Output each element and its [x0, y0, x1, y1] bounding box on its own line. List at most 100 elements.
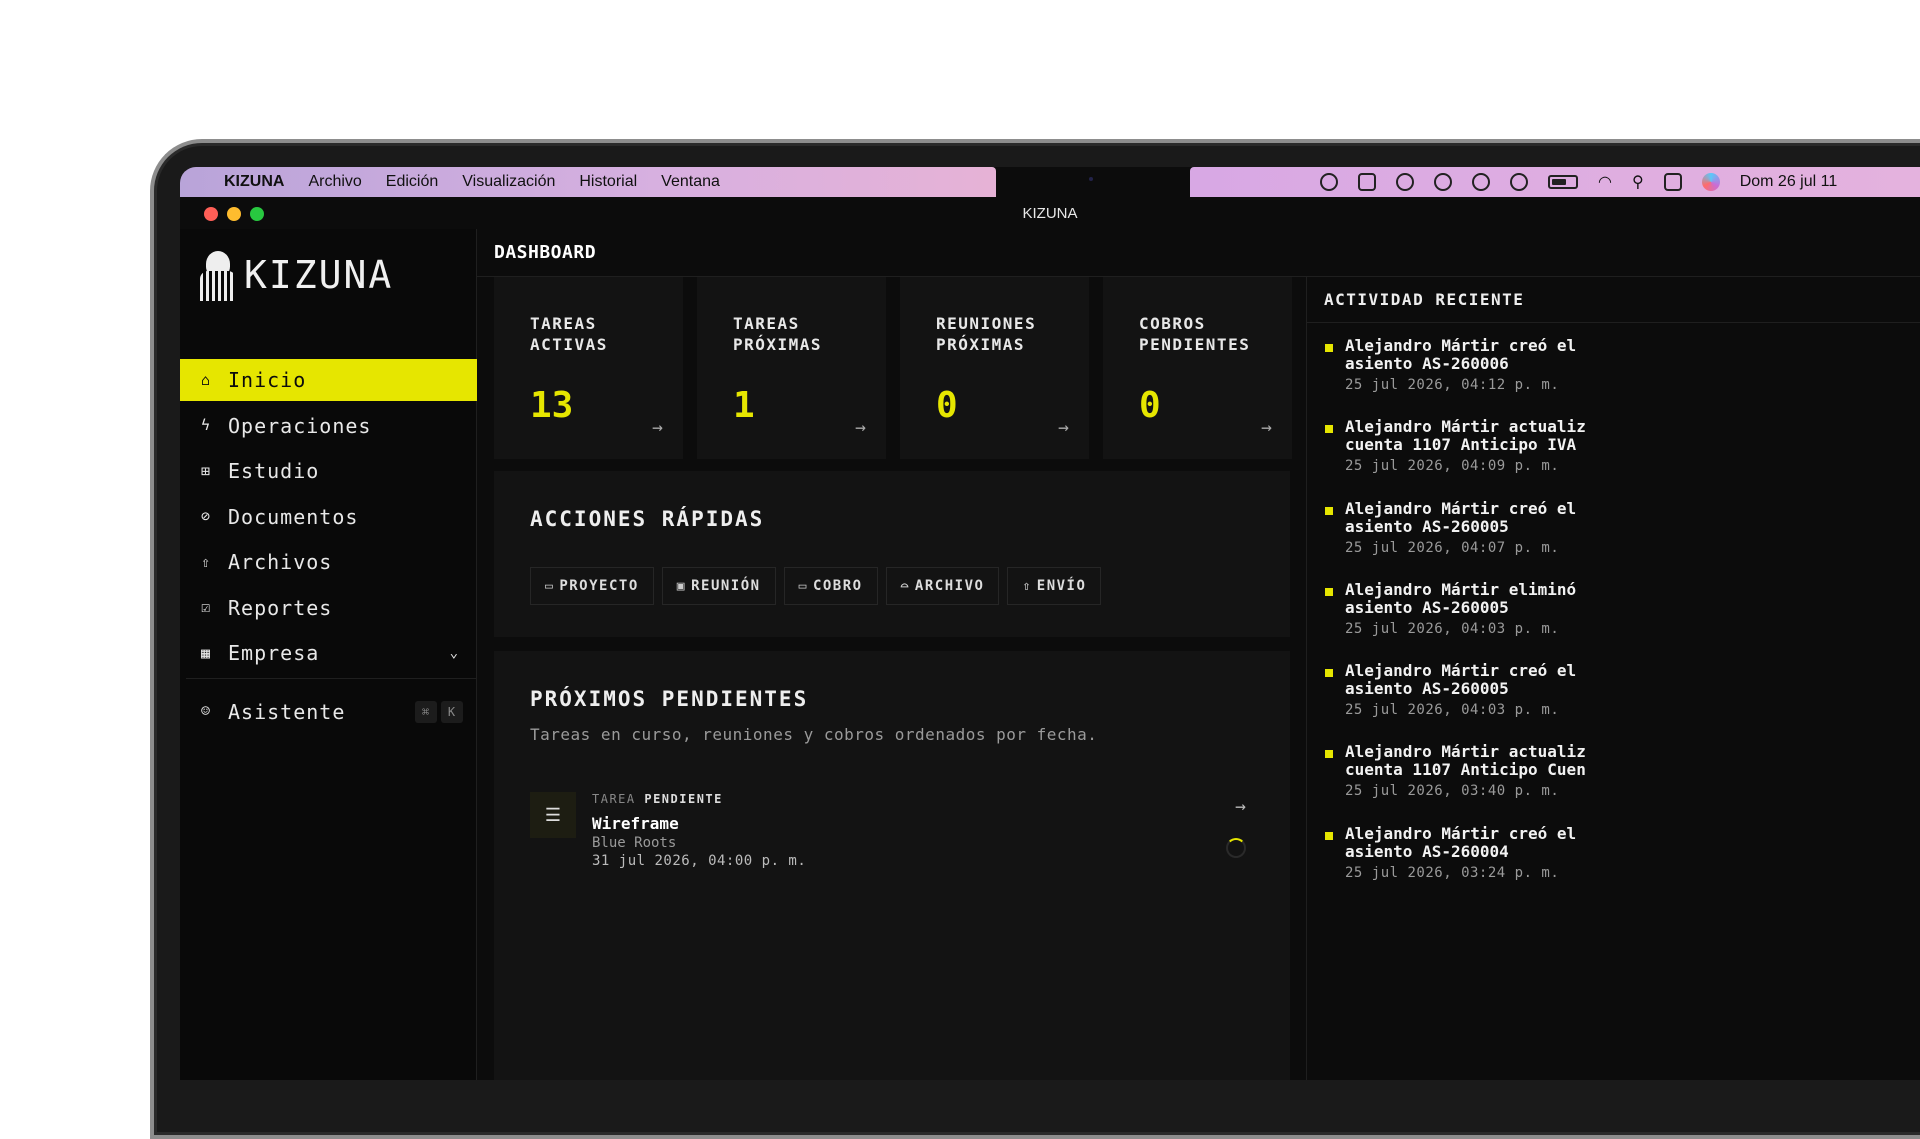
chatgpt-icon[interactable] — [1472, 173, 1490, 191]
pending-item-client: Blue Roots — [592, 835, 677, 851]
chevron-down-icon[interactable]: ⌄ — [450, 645, 459, 661]
activity-item[interactable]: Alejandro Mártir eliminó asiento AS-2600… — [1325, 580, 1920, 662]
sidebar-item-asistente[interactable]: ☺ Asistente ⌘ K — [180, 691, 477, 733]
control-center-icon[interactable] — [1663, 173, 1682, 191]
quick-action-envio-button[interactable]: ⇧ ENVÍO — [1007, 567, 1102, 605]
camera-dot — [1089, 177, 1093, 181]
activity-item[interactable]: Alejandro Mártir creó el asiento AS-2600… — [1325, 337, 1920, 418]
quick-action-label: ENVÍO — [1036, 578, 1087, 594]
lightning-icon: ϟ — [200, 416, 212, 434]
sidebar-item-reportes[interactable]: ☑ Reportes — [180, 587, 477, 629]
menu-archivo[interactable]: Archivo — [308, 173, 361, 191]
stat-card-tareas-proximas[interactable]: TAREAS PRÓXIMAS 1 → — [697, 277, 886, 459]
activity-line: Alejandro Mártir actualiz — [1345, 742, 1586, 762]
activity-line: cuenta 1107 Anticipo IVA — [1345, 435, 1577, 455]
traffic-lights — [204, 207, 264, 221]
stat-value: 13 — [530, 385, 574, 426]
menu-visualizacion[interactable]: Visualización — [462, 173, 555, 191]
minimize-window-button[interactable] — [227, 207, 241, 221]
activity-bullet — [1325, 831, 1333, 840]
activity-item[interactable]: Alejandro Mártir actualiz cuenta 1107 An… — [1325, 743, 1920, 824]
stat-label: TAREAS PRÓXIMAS — [733, 313, 850, 355]
stat-label-line: COBROS — [1139, 314, 1206, 333]
activity-item[interactable]: Alejandro Mártir actualiz cuenta 1107 An… — [1325, 418, 1920, 499]
battery-icon[interactable] — [1548, 175, 1578, 189]
logo-figure-icon — [198, 249, 238, 301]
close-window-button[interactable] — [204, 207, 218, 221]
activity-item[interactable]: Alejandro Mártir creó el asiento AS-2600… — [1325, 662, 1920, 743]
menubar-app-name[interactable]: KIZUNA — [224, 173, 284, 191]
quick-action-archivo-button[interactable]: ⌓ ARCHIVO — [885, 567, 1000, 605]
stat-card-tareas-activas[interactable]: TAREAS ACTIVAS 13 → — [494, 277, 683, 459]
stat-label-line: TAREAS — [733, 314, 800, 333]
sidebar-item-estudio[interactable]: ⊞ Estudio — [180, 450, 477, 492]
activity-item[interactable]: Alejandro Mártir creó el asiento AS-2600… — [1325, 824, 1920, 906]
menu-ventana[interactable]: Ventana — [661, 173, 720, 191]
arrow-right-icon[interactable]: → — [1058, 417, 1069, 438]
arrow-right-icon[interactable]: → — [652, 417, 663, 438]
menubar-clock[interactable]: Dom 26 jul 11 — [1740, 173, 1838, 191]
keyboard-shortcut: ⌘ K — [415, 700, 463, 723]
sidebar-item-archivos[interactable]: ⇧ Archivos — [180, 541, 477, 583]
stat-card-cobros-pendientes[interactable]: COBROS PENDIENTES 0 → — [1103, 277, 1292, 459]
sidebar-item-inicio[interactable]: ⌂ Inicio — [180, 359, 477, 401]
activity-bullet — [1325, 344, 1333, 352]
menu-edicion[interactable]: Edición — [386, 173, 438, 191]
wifi-icon[interactable]: ◠ — [1598, 172, 1612, 192]
quick-action-proyecto-button[interactable]: ▭ PROYECTO — [530, 567, 654, 605]
activity-item[interactable]: Alejandro Mártir creó el asiento AS-2600… — [1325, 499, 1920, 581]
arrow-right-icon[interactable]: → — [1235, 796, 1246, 817]
command-key: ⌘ — [415, 700, 437, 723]
quick-action-cobro-button[interactable]: ▭ COBRO — [783, 567, 878, 605]
stat-label-line: PENDIENTES — [1139, 335, 1251, 354]
upload-icon: ⇧ — [1022, 578, 1032, 594]
sidebar-nav: ⌂ Inicio ϟ Operaciones ⊞ Estudio ⊘ Docum… — [180, 359, 477, 736]
sidebar-item-label: Archivos — [228, 550, 333, 574]
activity-line: Alejandro Mártir creó el — [1345, 336, 1577, 355]
stat-value: 0 — [936, 385, 958, 426]
password-icon[interactable] — [1396, 173, 1414, 191]
zoom-window-button[interactable] — [250, 207, 264, 221]
activity-time: 25 jul 2026, 04:12 p. m. — [1345, 377, 1560, 393]
sidebar-item-operaciones[interactable]: ϟ Operaciones — [180, 405, 477, 447]
calendar-icon: ▣ — [676, 578, 687, 594]
pending-item-date: 31 jul 2026, 04:00 p. m. — [592, 853, 807, 869]
timer-icon[interactable] — [1320, 173, 1338, 191]
user-icon[interactable] — [1510, 173, 1528, 191]
stat-card-reuniones-proximas[interactable]: REUNIONES PRÓXIMAS 0 → — [900, 277, 1089, 459]
screen-record-icon[interactable] — [1358, 173, 1376, 191]
arrow-right-icon[interactable]: → — [1261, 417, 1272, 438]
brightness-icon[interactable] — [1434, 173, 1452, 191]
home-icon: ⌂ — [200, 370, 212, 389]
stat-label-line: PRÓXIMAS — [733, 335, 823, 354]
activity-bullet — [1325, 669, 1333, 678]
activity-line: asiento AS-260004 — [1345, 841, 1509, 861]
sidebar-item-empresa[interactable]: ▦ Empresa ⌄ — [180, 632, 477, 674]
search-icon[interactable]: ⚲ — [1632, 172, 1644, 192]
activity-line: Alejandro Mártir creó el — [1345, 661, 1577, 681]
sidebar-item-label: Asistente — [228, 699, 346, 724]
siri-icon[interactable] — [1701, 173, 1720, 191]
activity-bullet — [1325, 587, 1333, 596]
sidebar-item-label: Empresa — [228, 641, 320, 665]
menu-historial[interactable]: Historial — [579, 173, 637, 191]
quick-action-label: REUNIÓN — [691, 578, 761, 594]
stat-label-line: PRÓXIMAS — [936, 335, 1026, 354]
clipboard-icon: ☑ — [200, 598, 212, 616]
sidebar-item-label: Documentos — [228, 504, 359, 529]
sidebar: KIZUNA ⌂ Inicio ϟ Operaciones ⊞ Estudio … — [180, 229, 477, 1080]
pending-item[interactable]: ☰ TAREA PENDIENTE Wireframe Blue Roots 3… — [530, 792, 1254, 882]
sidebar-item-label: Inicio — [228, 368, 307, 392]
activity-bullet — [1325, 425, 1333, 434]
menubar-left: KIZUNA Archivo Edición Visualización His… — [180, 167, 996, 197]
page-title: DASHBOARD — [494, 242, 597, 263]
stat-label: COBROS PENDIENTES — [1139, 313, 1256, 355]
app-logo[interactable]: KIZUNA — [198, 249, 393, 301]
grid-icon: ⊞ — [200, 461, 212, 480]
sidebar-divider — [186, 677, 477, 679]
arrow-right-icon[interactable]: → — [855, 417, 866, 438]
stat-label-line: REUNIONES — [936, 314, 1037, 333]
sidebar-item-documentos[interactable]: ⊘ Documentos — [180, 496, 477, 538]
upload-icon: ⇧ — [200, 552, 212, 571]
quick-action-reunion-button[interactable]: ▣ REUNIÓN — [661, 567, 776, 605]
